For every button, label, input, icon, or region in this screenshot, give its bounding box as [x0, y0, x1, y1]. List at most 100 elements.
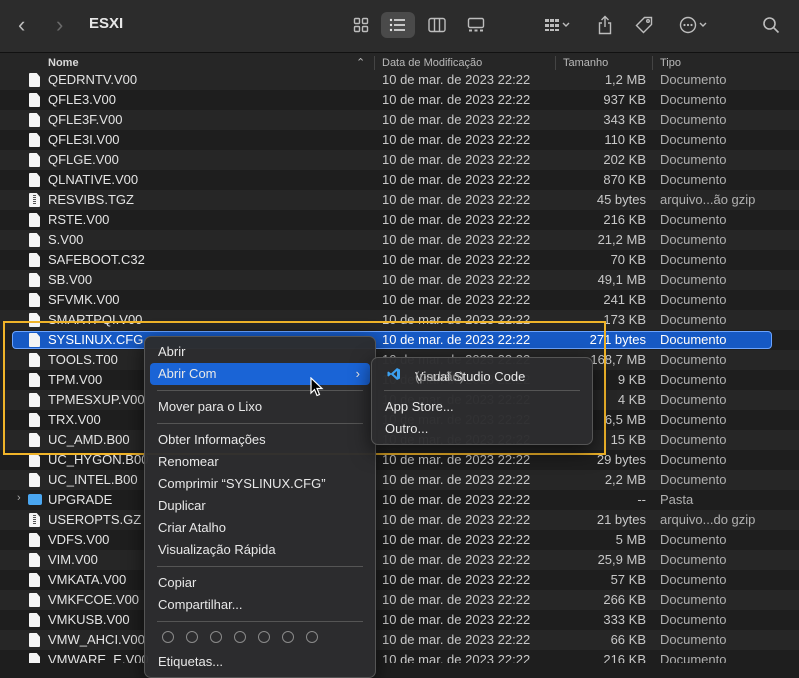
menu-item-compress[interactable]: Comprimir “SYSLINUX.CFG” — [150, 473, 370, 495]
table-row[interactable]: VMW_AHCI.V00 10 de mar. de 2023 22:22 66 K… — [0, 630, 799, 650]
file-date: 10 de mar. de 2023 22:22 — [382, 492, 531, 507]
document-file-icon — [29, 133, 40, 147]
table-row[interactable]: USEROPTS.GZ 10 de mar. de 2023 22:22 21 by… — [0, 510, 799, 530]
document-file-icon — [29, 233, 40, 247]
table-row[interactable]: SYSLINUX.CFG 10 de mar. de 2023 22:22 271 … — [0, 330, 799, 350]
document-file-icon — [29, 593, 40, 607]
tag-color-dot[interactable] — [306, 631, 318, 643]
column-kind-header[interactable]: Tipo — [660, 57, 681, 69]
menu-item-open[interactable]: Abrir — [150, 341, 370, 363]
table-row[interactable]: S.V00 10 de mar. de 2023 22:22 21,2 MB Docu… — [0, 230, 799, 250]
menu-item-duplicate[interactable]: Duplicar — [150, 495, 370, 517]
table-row[interactable]: VMKATA.V00 10 de mar. de 2023 22:22 57 KB D… — [0, 570, 799, 590]
tag-button[interactable] — [627, 12, 661, 38]
table-row[interactable]: VIM.V00 10 de mar. de 2023 22:22 25,9 MB Do… — [0, 550, 799, 570]
file-size: 5 MB — [615, 532, 646, 547]
file-kind: Documento — [660, 212, 727, 227]
menu-item-rename[interactable]: Renomear — [150, 451, 370, 473]
column-header: Nome ⌃ Data de Modificação Tamanho Tipo — [0, 53, 799, 74]
menu-item-make-alias[interactable]: Criar Atalho — [150, 517, 370, 539]
tag-color-dot[interactable] — [234, 631, 246, 643]
submenu-item-other[interactable]: Outro... — [377, 418, 587, 440]
tag-color-dot[interactable] — [162, 631, 174, 643]
document-file-icon — [29, 573, 40, 587]
vscode-icon — [387, 368, 400, 380]
file-name: QFLE3F.V00 — [48, 112, 123, 127]
disclosure-chevron-icon[interactable]: › — [17, 492, 21, 504]
file-size: 110 KB — [604, 132, 646, 147]
table-row[interactable]: RESVIBS.TGZ 10 de mar. de 2023 22:22 45 by… — [0, 190, 799, 210]
submenu-item-app-store[interactable]: App Store... — [377, 396, 587, 418]
menu-item-open-with[interactable]: Abrir Com › — [150, 363, 370, 385]
tag-color-dot[interactable] — [258, 631, 270, 643]
menu-item-tags[interactable]: Etiquetas... — [150, 651, 370, 673]
table-row[interactable]: VMWARE_E.V00 10 de mar. de 2023 22:22 216 … — [0, 650, 799, 663]
file-kind: Documento — [660, 572, 727, 587]
file-kind: Documento — [660, 92, 727, 107]
file-name: UC_INTEL.B00 — [48, 472, 138, 487]
menu-item-get-info[interactable]: Obter Informações — [150, 429, 370, 451]
file-date: 10 de mar. de 2023 22:22 — [382, 452, 531, 467]
menu-item-move-to-trash[interactable]: Mover para o Lixo — [150, 396, 370, 418]
column-name-header[interactable]: Nome — [48, 57, 79, 69]
table-row[interactable]: UC_HYGON.B00 10 de mar. de 2023 22:22 29 b… — [0, 450, 799, 470]
column-date-header[interactable]: Data de Modificação — [382, 57, 482, 69]
table-row[interactable]: QFLGE.V00 10 de mar. de 2023 22:22 202 KB D… — [0, 150, 799, 170]
table-row[interactable]: VDFS.V00 10 de mar. de 2023 22:22 5 MB Docu… — [0, 530, 799, 550]
table-row[interactable]: QFLE3F.V00 10 de mar. de 2023 22:22 343 KB… — [0, 110, 799, 130]
group-by-button[interactable] — [536, 12, 578, 38]
file-name: VMKUSB.V00 — [48, 612, 130, 627]
file-name: TRX.V00 — [48, 412, 101, 427]
file-date: 10 de mar. de 2023 22:22 — [382, 472, 531, 487]
menu-item-quick-look[interactable]: Visualização Rápida — [150, 539, 370, 561]
file-kind: Documento — [660, 432, 727, 447]
tag-color-dot[interactable] — [282, 631, 294, 643]
table-row[interactable]: QLNATIVE.V00 10 de mar. de 2023 22:22 870 … — [0, 170, 799, 190]
file-size: 266 KB — [603, 592, 646, 607]
forward-chevron-icon[interactable]: › — [56, 12, 63, 38]
tag-color-dot[interactable] — [186, 631, 198, 643]
table-row[interactable]: SAFEBOOT.C32 10 de mar. de 2023 22:22 70 K… — [0, 250, 799, 270]
table-row[interactable]: QFLE3I.V00 10 de mar. de 2023 22:22 110 KB… — [0, 130, 799, 150]
more-actions-button[interactable] — [673, 12, 715, 38]
gallery-view-button[interactable] — [459, 12, 493, 38]
back-chevron-icon[interactable]: ‹ — [18, 12, 25, 38]
file-date: 10 de mar. de 2023 22:22 — [382, 612, 531, 627]
column-view-button[interactable] — [420, 12, 454, 38]
document-file-icon — [29, 613, 40, 627]
list-view-button[interactable] — [381, 12, 415, 38]
table-row[interactable]: VMKFCOE.V00 10 de mar. de 2023 22:22 266 K… — [0, 590, 799, 610]
file-size: 57 KB — [610, 572, 646, 587]
share-button[interactable] — [588, 12, 622, 38]
file-size: 168,7 MB — [590, 352, 646, 367]
file-date: 10 de mar. de 2023 22:22 — [382, 532, 531, 547]
tag-color-dot[interactable] — [210, 631, 222, 643]
file-size: 870 KB — [603, 172, 646, 187]
file-name: UC_HYGON.B00 — [48, 452, 149, 467]
file-name: VMW_AHCI.V00 — [48, 632, 145, 647]
table-row[interactable]: SMARTPQI.V00 10 de mar. de 2023 22:22 173 … — [0, 310, 799, 330]
file-date: 10 de mar. de 2023 22:22 — [382, 212, 531, 227]
document-file-icon — [29, 413, 40, 427]
table-row[interactable]: VMKUSB.V00 10 de mar. de 2023 22:22 333 KB… — [0, 610, 799, 630]
file-size: 15 KB — [610, 432, 646, 447]
table-row[interactable]: QEDRNTV.V00 10 de mar. de 2023 22:22 1,2 M… — [0, 73, 799, 90]
submenu-item-vscode[interactable]: Visual Studio Code (padrão) — [377, 363, 587, 385]
table-row[interactable]: SFVMK.V00 10 de mar. de 2023 22:22 241 KB D… — [0, 290, 799, 310]
menu-item-share[interactable]: Compartilhar... — [150, 594, 370, 616]
icon-view-button[interactable] — [344, 12, 378, 38]
search-button[interactable] — [754, 12, 788, 38]
table-row[interactable]: › UPGRADE 10 de mar. de 2023 22:22 -- Pasta — [0, 490, 799, 510]
table-row[interactable]: QFLE3.V00 10 de mar. de 2023 22:22 937 KB D… — [0, 90, 799, 110]
column-size-header[interactable]: Tamanho — [563, 57, 608, 69]
table-row[interactable]: SB.V00 10 de mar. de 2023 22:22 49,1 MB Doc… — [0, 270, 799, 290]
menu-item-copy[interactable]: Copiar — [150, 572, 370, 594]
document-file-icon — [29, 373, 40, 387]
chevron-right-icon: › — [355, 366, 360, 381]
table-row[interactable]: UC_INTEL.B00 10 de mar. de 2023 22:22 2,2 … — [0, 470, 799, 490]
table-row[interactable]: RSTE.V00 10 de mar. de 2023 22:22 216 KB Do… — [0, 210, 799, 230]
file-kind: Documento — [660, 172, 727, 187]
file-kind: Documento — [660, 632, 727, 647]
file-name: VMKFCOE.V00 — [48, 592, 140, 607]
columns-icon — [428, 17, 446, 33]
